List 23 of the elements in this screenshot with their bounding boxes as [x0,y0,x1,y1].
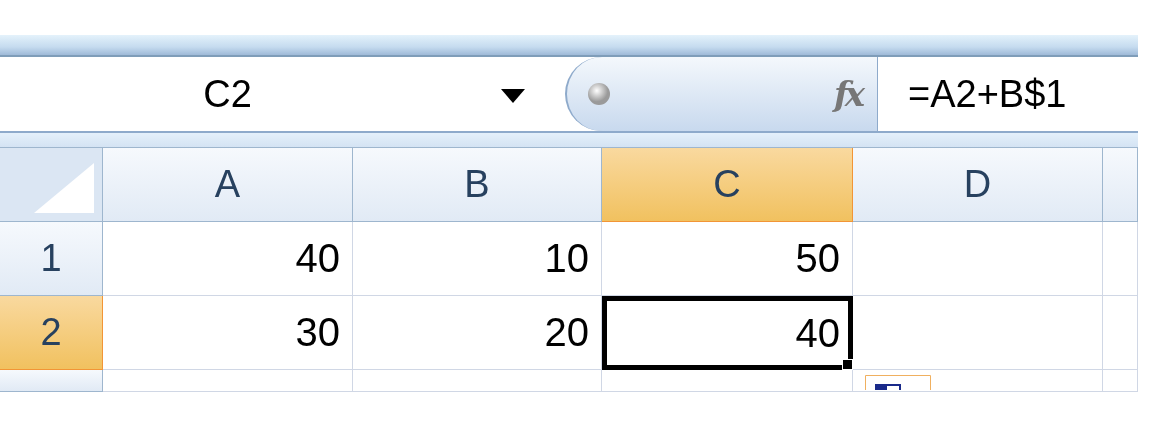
table-cell[interactable]: 20 [353,296,602,370]
table-cell[interactable]: 40 [103,222,353,296]
column-header[interactable]: B [353,148,602,222]
column-header[interactable] [1103,148,1138,222]
table-cell[interactable]: 40 [602,296,853,370]
select-all-button[interactable] [0,148,103,222]
column-header[interactable]: D [853,148,1103,222]
dropdown-caret-icon[interactable] [501,89,525,103]
column-header[interactable]: A [103,148,353,222]
row-header[interactable] [0,370,103,392]
table-cell[interactable]: 10 [353,222,602,296]
insert-function-button[interactable]: fx [834,74,861,114]
table-cell[interactable]: 50 [602,222,853,296]
table-cell[interactable]: 30 [103,296,353,370]
paste-options-icon[interactable] [865,375,931,390]
row-header[interactable]: 1 [0,222,103,296]
row-header[interactable]: 2 [0,296,103,370]
fill-handle[interactable] [842,359,853,370]
column-header[interactable]: C [602,148,853,222]
formula-field[interactable]: =A2+B$1 [878,57,1138,131]
splitter-handle-icon[interactable] [587,82,611,106]
name-box[interactable]: C2 [0,57,565,131]
corner-triangle-icon [34,163,94,213]
